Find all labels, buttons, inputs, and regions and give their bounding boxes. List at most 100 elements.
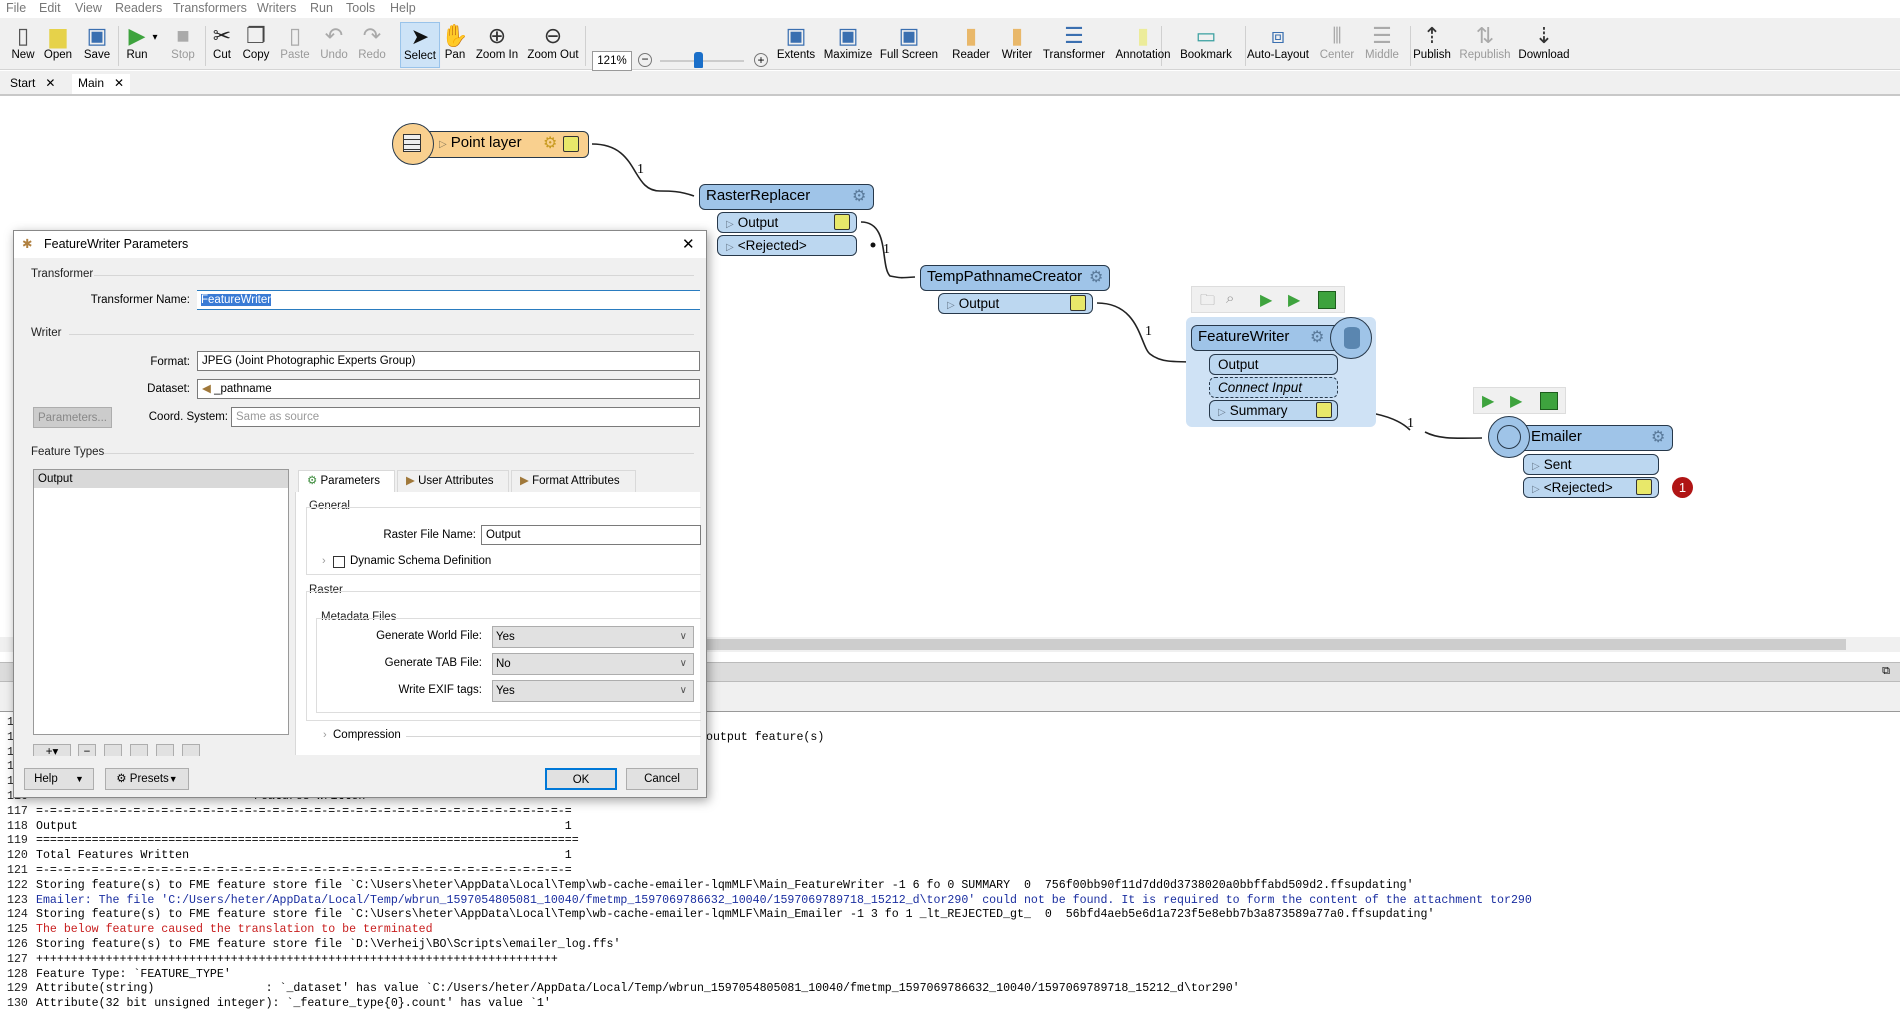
expand-chevron-icon[interactable]: › xyxy=(323,729,327,741)
inspector-icon[interactable] xyxy=(1316,402,1332,418)
menu-help[interactable]: Help xyxy=(390,1,416,15)
menu-transformers[interactable]: Transformers xyxy=(173,1,247,15)
dynamic-schema-checkbox[interactable] xyxy=(333,556,345,568)
maximize-button[interactable]: ▣ Maximize xyxy=(824,22,873,68)
compression-section[interactable]: Compression xyxy=(333,729,401,741)
open-dataset-icon[interactable]: 🗀 xyxy=(1200,290,1215,315)
tab-main[interactable]: Main ✕ xyxy=(72,74,131,94)
inspector-icon[interactable] xyxy=(1318,291,1336,309)
raster-file-name-input[interactable]: Output xyxy=(481,525,701,545)
redo-button[interactable]: ↷ Redo xyxy=(358,22,386,68)
run-from-here-icon[interactable]: ▶ xyxy=(1288,290,1300,310)
feature-types-list[interactable]: Output xyxy=(33,469,289,735)
tab-format-attributes[interactable]: ▶ Format Attributes xyxy=(511,470,636,493)
auto-layout-button[interactable]: ⧈ Auto-Layout xyxy=(1247,22,1309,68)
transformer-rasterreplacer[interactable]: RasterReplacer ⚙ xyxy=(699,184,874,210)
inspector-icon[interactable] xyxy=(1540,392,1558,410)
zoom-in-button[interactable]: ⊕ Zoom In xyxy=(476,22,518,68)
menu-readers[interactable]: Readers xyxy=(115,1,162,15)
expand-icon[interactable]: ▷ xyxy=(726,242,734,253)
pan-button[interactable]: ✋ Pan xyxy=(441,22,468,68)
run-from-here-icon[interactable]: ▶ xyxy=(1510,391,1522,411)
inspect-dataset-icon[interactable]: ⌕ xyxy=(1226,290,1234,307)
publish-button[interactable]: ⇡ Publish xyxy=(1413,22,1451,68)
transformer-button[interactable]: ☰ Transformer xyxy=(1043,22,1105,68)
exif-select[interactable]: Yes ∨ xyxy=(492,680,694,702)
gear-icon[interactable]: ⚙ xyxy=(1089,267,1103,289)
zoom-in-small-icon[interactable]: + xyxy=(754,53,768,67)
menu-tools[interactable]: Tools xyxy=(346,1,375,15)
move-bottom-button[interactable] xyxy=(182,744,200,756)
run-options-chevron-icon[interactable]: ▾ xyxy=(153,32,158,43)
select-button[interactable]: ➤ Select xyxy=(400,22,440,68)
sent-port[interactable]: ▷ Sent xyxy=(1523,454,1659,475)
paste-button[interactable]: ▯ Paste xyxy=(280,22,309,68)
parameters-button[interactable]: Parameters... xyxy=(33,407,112,428)
bookmark-button[interactable]: ▭ Bookmark xyxy=(1180,22,1232,68)
tab-file-select[interactable]: No ∨ xyxy=(492,653,694,675)
extents-button[interactable]: ▣ Extents xyxy=(777,22,815,68)
close-icon[interactable]: ✕ xyxy=(45,76,55,90)
full-screen-button[interactable]: ▣ Full Screen xyxy=(880,22,938,68)
expand-icon[interactable]: ▷ xyxy=(726,219,734,230)
connect-input-port[interactable]: Connect Input xyxy=(1209,377,1338,398)
new-button[interactable]: ▯ New xyxy=(11,22,34,68)
gear-icon[interactable]: ⚙ xyxy=(1310,327,1324,349)
reader-button[interactable]: ▮ Reader xyxy=(952,22,990,68)
close-icon[interactable]: ✕ xyxy=(682,231,695,258)
expand-icon[interactable]: ▷ xyxy=(947,300,955,311)
menu-run[interactable]: Run xyxy=(310,1,333,15)
list-item[interactable]: Output xyxy=(34,470,288,488)
zoom-out-button[interactable]: ⊖ Zoom Out xyxy=(527,22,578,68)
middle-button[interactable]: ☰ Middle xyxy=(1365,22,1399,68)
transformer-name-input[interactable]: FeatureWriter xyxy=(197,290,700,310)
open-button[interactable]: ▆ Open xyxy=(44,22,72,68)
add-feature-type-button[interactable]: +▾ xyxy=(33,744,71,756)
gear-icon[interactable]: ⚙ xyxy=(543,133,557,155)
menu-file[interactable]: File xyxy=(6,1,26,15)
gear-icon[interactable]: ⚙ xyxy=(852,186,866,208)
tab-parameters[interactable]: ⚙ Parameters xyxy=(298,470,395,493)
run-to-here-icon[interactable]: ▶ xyxy=(1482,391,1494,411)
gear-icon[interactable]: ⚙ xyxy=(1651,427,1665,449)
tab-start[interactable]: Start ✕ xyxy=(4,74,61,94)
zoom-out-small-icon[interactable]: − xyxy=(638,53,652,67)
copy-button[interactable]: ❐ Copy xyxy=(243,22,270,68)
presets-button[interactable]: ⚙ Presets▼ xyxy=(105,768,189,790)
menu-writers[interactable]: Writers xyxy=(257,1,296,15)
annotation-button[interactable]: ▮ Annotation xyxy=(1116,22,1171,68)
reader-feature-type-point-layer[interactable]: ▷ Point layer ⚙ xyxy=(424,131,589,158)
output-port[interactable]: ▷ Output xyxy=(717,212,857,233)
run-to-here-icon[interactable]: ▶ xyxy=(1260,290,1272,310)
dataset-field[interactable]: ◀ _pathname xyxy=(197,379,700,399)
rejected-count-badge[interactable]: 1 xyxy=(1672,477,1693,498)
restore-panel-icon[interactable]: ⧉ xyxy=(1882,665,1890,678)
inspector-icon[interactable] xyxy=(834,214,850,230)
format-field[interactable]: JPEG (Joint Photographic Experts Group) xyxy=(197,351,700,371)
center-button[interactable]: ⫴ Center xyxy=(1320,22,1355,68)
save-button[interactable]: ▣ Save xyxy=(84,22,110,68)
expand-icon[interactable]: ▷ xyxy=(439,139,447,150)
zoom-level-field[interactable]: 121% xyxy=(592,51,632,71)
ok-button[interactable]: OK xyxy=(545,768,617,790)
menu-edit[interactable]: Edit xyxy=(39,1,61,15)
world-file-select[interactable]: Yes ∨ xyxy=(492,626,694,648)
inspector-icon[interactable] xyxy=(1636,479,1652,495)
zoom-slider-handle[interactable] xyxy=(693,52,703,68)
output-input-port[interactable]: Output xyxy=(1209,354,1338,375)
stop-button[interactable]: ■ Stop xyxy=(171,22,195,68)
transformer-temppathnamecreator[interactable]: TempPathnameCreator ⚙ xyxy=(920,265,1110,291)
close-icon[interactable]: ✕ xyxy=(114,76,124,90)
cut-button[interactable]: ✂ Cut xyxy=(213,22,231,68)
cancel-button[interactable]: Cancel xyxy=(626,768,698,790)
transformer-emailer[interactable]: Emailer ⚙ xyxy=(1514,425,1673,451)
writer-button[interactable]: ▮ Writer xyxy=(1002,22,1032,68)
republish-button[interactable]: ⇅ Republish xyxy=(1459,22,1510,68)
expand-icon[interactable]: ▷ xyxy=(1532,484,1540,495)
coord-system-input[interactable]: Same as source xyxy=(231,407,700,427)
expand-chevron-icon[interactable]: › xyxy=(322,555,326,567)
rejected-port[interactable]: ▷ <Rejected> xyxy=(717,235,857,256)
download-button[interactable]: ⇣ Download xyxy=(1518,22,1569,68)
run-button[interactable]: ▶ Run ▾ xyxy=(126,22,157,68)
move-down-button[interactable] xyxy=(130,744,148,756)
